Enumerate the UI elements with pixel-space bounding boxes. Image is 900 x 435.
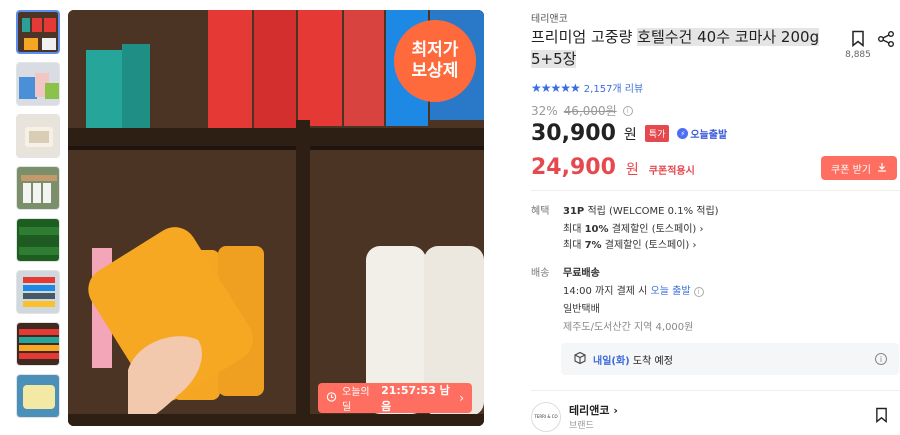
- coupon-price: 24,900: [531, 155, 616, 180]
- discount-rate: 32%: [531, 103, 558, 118]
- disc1-prefix: 최대: [563, 224, 585, 235]
- thumbnail-3[interactable]: [16, 114, 60, 158]
- lowest-price-badge: 최저가 보상제: [394, 20, 476, 102]
- benefits-label: 혜택: [531, 206, 550, 217]
- discount-toss-2[interactable]: 최대 7% 결제할인 (토스페이) ›: [563, 236, 697, 251]
- badge-line-2: 보상제: [411, 61, 459, 81]
- disc1-pct: 10%: [584, 224, 609, 235]
- chevron-right-icon: ›: [692, 240, 697, 251]
- shipping-extra: 제주도/도서산간 지역 4,000원: [563, 322, 694, 333]
- coupon-price-unit: 원: [625, 162, 639, 178]
- rating-row[interactable]: ★★★★★ 2,157개 리뷰: [531, 80, 643, 96]
- truck-box-icon: [573, 351, 587, 368]
- seller-bookmark-button[interactable]: [875, 407, 888, 427]
- seller-name[interactable]: 테리앤코: [569, 404, 609, 417]
- shipping-method: 일반택배: [563, 304, 600, 315]
- thumbnail-5[interactable]: [16, 218, 60, 262]
- title-highlight-2: 5+5장: [531, 50, 577, 68]
- original-price: 46,000원: [563, 104, 617, 118]
- product-title: 프리미엄 고중량 호텔수건 40수 코마사 200g 5+5장: [531, 26, 821, 70]
- share-icon: [877, 31, 895, 52]
- info-icon[interactable]: i: [693, 287, 704, 297]
- seller-row[interactable]: TERRI & CO 테리앤코 › 브랜드: [531, 398, 900, 435]
- rating-stars: ★★★★★: [531, 80, 581, 95]
- timer-value: 21:57:53 남음: [381, 384, 450, 413]
- free-shipping: 무료배송: [563, 264, 600, 279]
- title-highlight-1: 호텔수건 40수 코마사 200g: [637, 28, 820, 46]
- main-product-image: 최저가 보상제 오늘의딜 21:57:53 남음 ›: [68, 10, 484, 426]
- seller-info: 테리앤코 › 브랜드: [569, 402, 618, 431]
- special-deal-badge: 특가: [644, 125, 670, 142]
- seller-logo[interactable]: TERRI & CO: [531, 401, 561, 432]
- info-icon[interactable]: i: [622, 105, 633, 116]
- badge-line-1: 최저가: [411, 40, 459, 60]
- bookmark-icon: [875, 407, 888, 427]
- bookmark-button[interactable]: [845, 30, 871, 51]
- chevron-right-icon: ›: [613, 404, 618, 417]
- price-row: 30,900 원 특가 ⚡ 오늘출발: [531, 121, 727, 146]
- thumbnail-1[interactable]: [16, 10, 60, 54]
- disc2-pct: 7%: [584, 240, 602, 251]
- discount-row: 32% 46,000원 i: [531, 102, 633, 119]
- get-coupon-button[interactable]: 쿠폰 받기: [821, 156, 897, 180]
- today-ship-badge: ⚡ 오늘출발: [677, 126, 727, 141]
- bookmark-count: 8,885: [845, 50, 871, 60]
- info-icon[interactable]: i: [875, 353, 887, 365]
- brand-link[interactable]: 테리앤코: [531, 10, 568, 25]
- coupon-applied-label: 쿠폰적용시: [648, 166, 695, 177]
- title-plain: 프리미엄 고중량: [531, 28, 638, 46]
- arrival-estimate[interactable]: 내일(화) 도착 예정 i: [561, 343, 899, 375]
- arrival-day: 내일(화): [593, 355, 630, 367]
- review-count-link[interactable]: 2,157개 리뷰: [584, 80, 643, 95]
- cutoff-row: 14:00 까지 결제 시 오늘 출발 i: [563, 282, 704, 297]
- get-coupon-label: 쿠폰 받기: [831, 164, 871, 176]
- thumbnail-4[interactable]: [16, 166, 60, 210]
- seller-type: 브랜드: [569, 421, 594, 431]
- sale-price: 30,900: [531, 121, 616, 146]
- today-ship-label: 오늘출발: [690, 130, 728, 141]
- product-info-panel: 테리앤코 프리미엄 고중량 호텔수건 40수 코마사 200g 5+5장 8,88…: [531, 0, 900, 435]
- coupon-price-row: 24,900 원 쿠폰적용시: [531, 155, 695, 180]
- thumbnail-list: [16, 10, 62, 426]
- cutoff-prefix: 14:00 까지 결제 시: [563, 286, 651, 297]
- download-icon: [877, 162, 887, 175]
- points-amount: 31P: [563, 206, 585, 217]
- cutoff-highlight: 오늘 출발: [650, 286, 691, 297]
- free-shipping-text: 무료배송: [563, 268, 600, 279]
- timer-label: 오늘의딜: [342, 387, 370, 413]
- thumbnail-6[interactable]: [16, 270, 60, 314]
- divider: [531, 190, 900, 191]
- chevron-right-icon: ›: [459, 391, 464, 405]
- points-text: 적립 (WELCOME 0.1% 적립): [587, 206, 719, 217]
- chevron-right-icon: ›: [699, 224, 704, 235]
- shipping-label: 배송: [531, 268, 550, 279]
- disc2-text: 결제할인 (토스페이): [601, 240, 690, 251]
- disc2-prefix: 최대: [563, 240, 585, 251]
- thumbnail-2[interactable]: [16, 62, 60, 106]
- share-button[interactable]: [877, 30, 897, 52]
- discount-toss-1[interactable]: 최대 10% 결제할인 (토스페이) ›: [563, 220, 703, 235]
- arrival-text: 도착 예정: [629, 355, 673, 367]
- divider: [531, 390, 900, 391]
- bookmark-icon: [851, 30, 865, 51]
- alarm-clock-icon: [326, 391, 337, 405]
- thumbnail-7[interactable]: [16, 322, 60, 366]
- price-unit: 원: [623, 126, 637, 143]
- disc1-text: 결제할인 (토스페이): [608, 224, 697, 235]
- thumbnail-8[interactable]: [16, 374, 60, 418]
- lightning-icon: ⚡: [677, 128, 689, 139]
- todays-deal-timer[interactable]: 오늘의딜 21:57:53 남음 ›: [318, 383, 472, 413]
- points-row: 31P 적립 (WELCOME 0.1% 적립): [563, 202, 719, 217]
